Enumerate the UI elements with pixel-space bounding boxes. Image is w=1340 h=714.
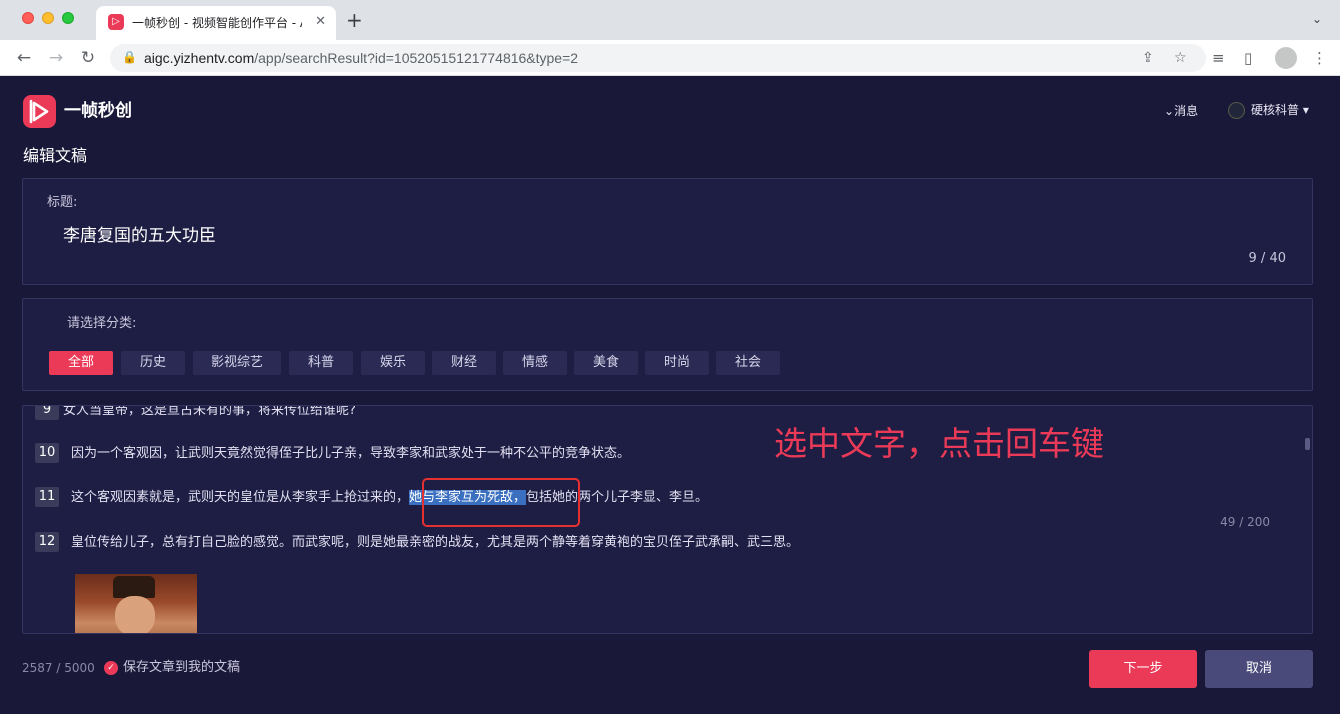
line-number: 9 xyxy=(35,406,59,420)
messages-menu[interactable]: ⌄消息 xyxy=(1164,103,1198,119)
save-to-drafts-label[interactable]: 保存文章到我的文稿 xyxy=(123,659,240,677)
browser-tab-active[interactable]: ▷ 一帧秒创 - 视频智能创作平台 - A ✕ xyxy=(96,6,336,40)
line-text[interactable]: 皇位传给儿子，总有打自己脸的感觉。而武家呢，则是她最亲密的战友，尤其是两个静等着… xyxy=(71,533,799,553)
checkbox-checked-icon[interactable]: ✓ xyxy=(104,661,118,675)
window-minimize-button[interactable] xyxy=(42,12,54,24)
forward-arrow-icon[interactable]: → xyxy=(44,46,68,70)
content-line[interactable]: 12 皇位传给儿子，总有打自己脸的感觉。而武家呢，则是她最亲密的战友，尤其是两个… xyxy=(23,532,1312,554)
brand-name[interactable]: 一帧秒创 xyxy=(64,100,132,122)
scrollbar-thumb[interactable] xyxy=(1305,438,1310,450)
browser-toolbar: ← → ↻ 🔒 aigc.yizhentv.com/app/searchResu… xyxy=(0,40,1340,76)
user-menu[interactable]: 硬核科普 ▾ xyxy=(1251,102,1309,118)
line-text[interactable]: 因为一个客观因，让武则天竟然觉得侄子比儿子亲，导致李家和武家处于一种不公平的竞争… xyxy=(71,444,630,464)
url-path: /app/searchResult?id=10520515121774816&t… xyxy=(254,50,579,66)
category-finance[interactable]: 财经 xyxy=(432,351,496,375)
category-emotion[interactable]: 情感 xyxy=(503,351,567,375)
side-panel-icon[interactable]: ▯ xyxy=(1244,47,1252,69)
content-line[interactable]: 9 女人当皇帝，这是亘古未有的事，将来传位给谁呢? xyxy=(23,406,1312,422)
window-maximize-button[interactable] xyxy=(62,12,74,24)
lock-icon: 🔒 xyxy=(122,50,137,64)
title-label: 标题: xyxy=(47,195,78,210)
window-close-button[interactable] xyxy=(22,12,34,24)
category-panel: 请选择分类: 全部 历史 影视综艺 科普 娱乐 财经 情感 美食 时尚 社会 xyxy=(22,298,1313,391)
browser-menu-icon[interactable]: ⋮ xyxy=(1312,47,1327,69)
username: 硬核科普 xyxy=(1251,103,1300,117)
title-panel: 标题: 李唐复国的五大功臣 9 / 40 xyxy=(22,178,1313,285)
cancel-button[interactable]: 取消 xyxy=(1205,650,1313,688)
line-count: 49 / 200 xyxy=(1220,515,1270,529)
content-line[interactable]: 10 因为一个客观因，让武则天竟然觉得侄子比儿子亲，导致李家和武家处于一种不公平… xyxy=(23,443,1312,465)
tab-search-chevron-icon[interactable]: ⌄ xyxy=(1312,12,1322,26)
title-char-count: 9 / 40 xyxy=(1248,251,1286,266)
category-food[interactable]: 美食 xyxy=(574,351,638,375)
chevron-down-icon: ⌄ xyxy=(1164,104,1175,118)
line-number: 12 xyxy=(35,532,59,552)
browser-tab-bar: ▷ 一帧秒创 - 视频智能创作平台 - A ✕ + ⌄ xyxy=(0,0,1340,40)
tab-favicon-icon: ▷ xyxy=(108,14,124,30)
content-editor[interactable]: 9 女人当皇帝，这是亘古未有的事，将来传位给谁呢? 10 因为一个客观因，让武则… xyxy=(22,405,1313,634)
url-text[interactable]: aigc.yizhentv.com/app/searchResult?id=10… xyxy=(144,49,578,67)
category-label: 请选择分类: xyxy=(67,316,137,331)
category-all[interactable]: 全部 xyxy=(49,351,113,375)
user-avatar[interactable] xyxy=(1228,102,1245,119)
instruction-annotation: 选中文字，点击回车键 xyxy=(774,424,1104,463)
word-count: 2587 / 5000 xyxy=(22,661,95,675)
line-text-before: 这个客观因素就是，武则天的皇位是从李家手上抢过来的， xyxy=(71,490,410,505)
next-step-button[interactable]: 下一步 xyxy=(1089,650,1197,688)
reload-icon[interactable]: ↻ xyxy=(76,46,100,70)
title-input[interactable]: 李唐复国的五大功臣 xyxy=(63,225,216,247)
category-film-variety[interactable]: 影视综艺 xyxy=(193,351,281,375)
tab-close-icon[interactable]: ✕ xyxy=(315,13,326,31)
category-fashion[interactable]: 时尚 xyxy=(645,351,709,375)
new-tab-button[interactable]: + xyxy=(346,9,363,31)
profile-avatar-icon[interactable] xyxy=(1275,47,1297,69)
caret-down-icon: ▾ xyxy=(1299,103,1309,117)
bookmark-star-icon[interactable]: ☆ xyxy=(1174,49,1187,67)
messages-label: 消息 xyxy=(1174,104,1199,118)
share-icon[interactable]: ⇪ xyxy=(1142,49,1154,67)
page-title: 编辑文稿 xyxy=(23,146,88,165)
tab-title: 一帧秒创 - 视频智能创作平台 - A xyxy=(132,16,302,30)
category-science[interactable]: 科普 xyxy=(289,351,353,375)
url-host: aigc.yizhentv.com xyxy=(144,50,255,66)
thumbnail-face-shape xyxy=(115,596,155,633)
line-number: 11 xyxy=(35,487,59,507)
line-text[interactable]: 这个客观因素就是，武则天的皇位是从李家手上抢过来的，她与李家互为死敌，包括她的两… xyxy=(71,488,708,508)
category-society[interactable]: 社会 xyxy=(716,351,780,375)
line-number: 10 xyxy=(35,443,59,463)
selection-highlight-box xyxy=(422,478,580,527)
line-text[interactable]: 女人当皇帝，这是亘古未有的事，将来传位给谁呢? xyxy=(63,406,356,421)
content-line[interactable]: 11 这个客观因素就是，武则天的皇位是从李家手上抢过来的，她与李家互为死敌，包括… xyxy=(23,487,1312,509)
category-entertainment[interactable]: 娱乐 xyxy=(361,351,425,375)
category-history[interactable]: 历史 xyxy=(121,351,185,375)
brand-logo-icon[interactable] xyxy=(23,95,56,128)
back-arrow-icon[interactable]: ← xyxy=(12,46,36,70)
reading-list-icon[interactable]: ≡ xyxy=(1212,47,1225,69)
image-thumbnail[interactable] xyxy=(75,574,197,633)
thumbnail-hat-shape xyxy=(113,576,155,598)
address-bar[interactable]: 🔒 aigc.yizhentv.com/app/searchResult?id=… xyxy=(110,44,1206,72)
